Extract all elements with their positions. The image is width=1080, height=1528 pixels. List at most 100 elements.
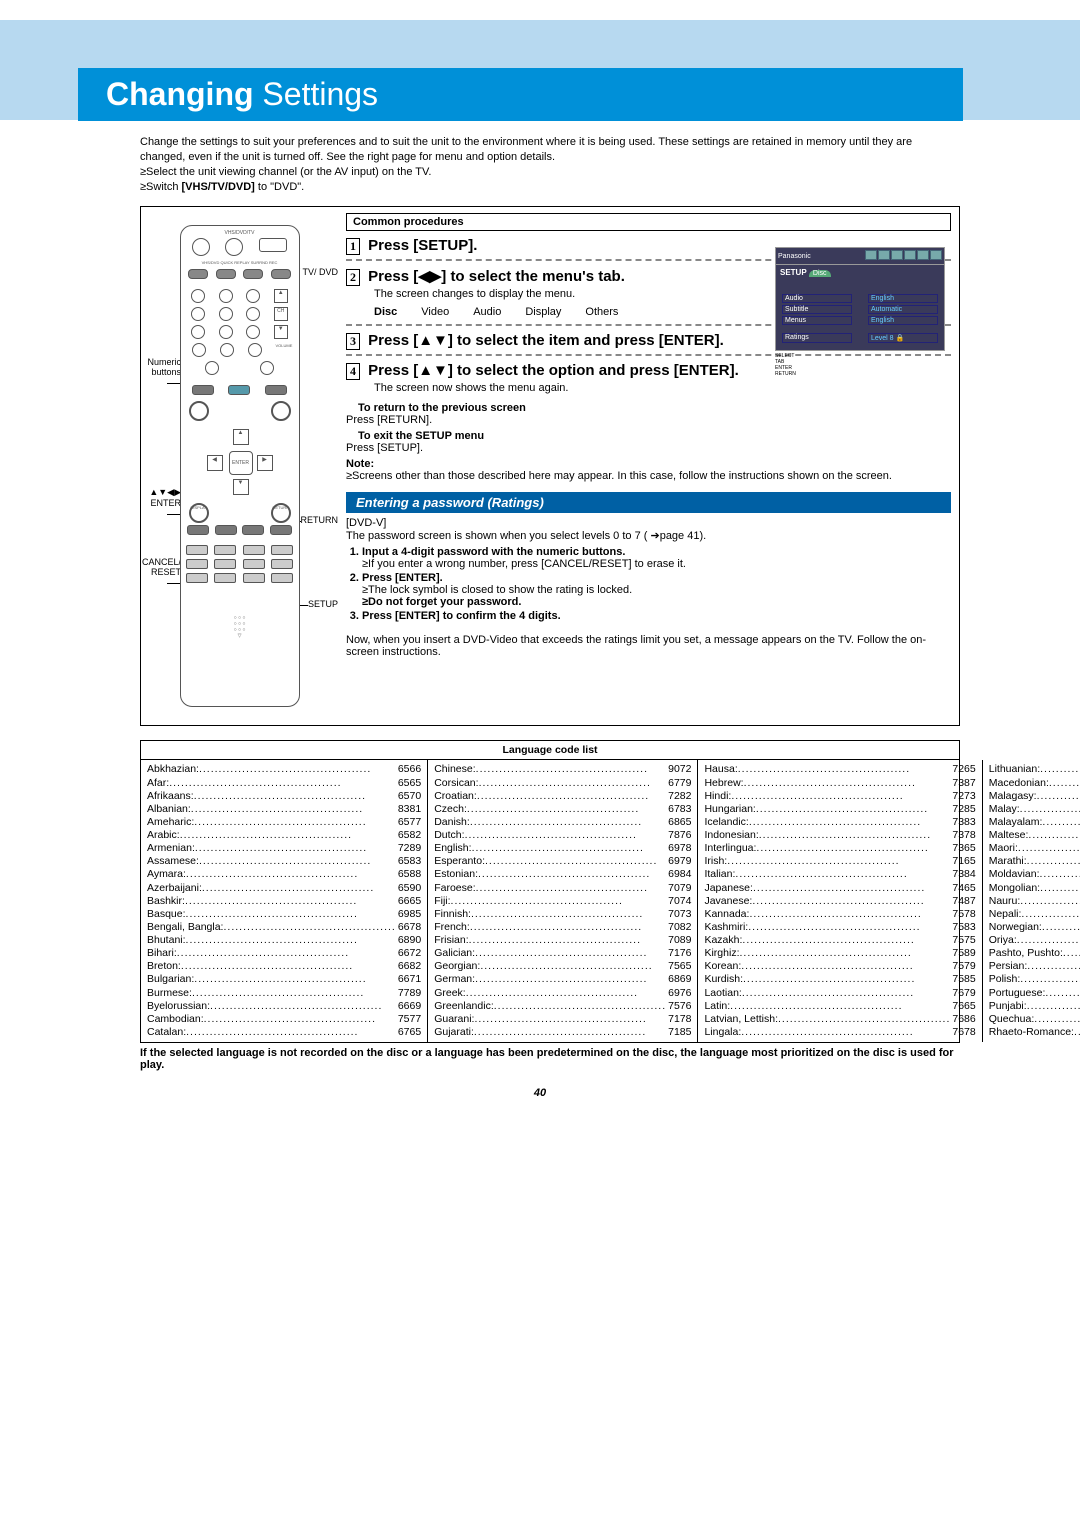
intro-p1: Change the settings to suit your prefere… bbox=[140, 136, 912, 163]
title-part1: Changing bbox=[106, 76, 254, 112]
password-header: Entering a password (Ratings) bbox=[346, 492, 951, 513]
label-numeric-buttons: Numeric buttons bbox=[141, 357, 181, 387]
step-4-text: Press [▲▼] to select the option and pres… bbox=[368, 362, 739, 379]
language-footnote: If the selected language is not recorded… bbox=[140, 1047, 960, 1071]
language-row: Corsican:6779 bbox=[434, 777, 691, 790]
language-row: Kashmiri:7583 bbox=[704, 921, 975, 934]
language-row: Georgian:7565 bbox=[434, 960, 691, 973]
tab-others: Others bbox=[585, 306, 618, 318]
language-code-list: Language code list Abkhazian:6566Afar:65… bbox=[140, 740, 960, 1043]
language-row: Chinese:9072 bbox=[434, 763, 691, 776]
language-row: English:6978 bbox=[434, 842, 691, 855]
language-row: Breton:6682 bbox=[147, 960, 421, 973]
language-row: Azerbaijani:6590 bbox=[147, 882, 421, 895]
language-column: Hausa:7265Hebrew:7387Hindi:7273Hungarian… bbox=[698, 760, 982, 1042]
language-row: Kirghiz:7589 bbox=[704, 947, 975, 960]
language-row: Lithuanian:7684 bbox=[989, 763, 1080, 776]
label-cancel-reset: CANCEL/ RESET bbox=[141, 557, 181, 587]
language-row: Bhutani:6890 bbox=[147, 934, 421, 947]
intro-b2b: [VHS/TV/DVD] bbox=[182, 181, 255, 193]
language-row: Arabic:6582 bbox=[147, 829, 421, 842]
language-row: Mongolian:7778 bbox=[989, 882, 1080, 895]
remote-column: VHS/ TV/ DVD Numeric buttons ▲▼◀▶ ENTER … bbox=[141, 207, 338, 725]
return-body: Press [RETURN]. bbox=[346, 414, 951, 426]
language-row: Punjabi:8065 bbox=[989, 1000, 1080, 1013]
osd-k-subtitle: Subtitle bbox=[782, 305, 852, 314]
title-part2: Settings bbox=[262, 76, 378, 112]
language-row: Estonian:6984 bbox=[434, 868, 691, 881]
osd-setup-label: SETUP bbox=[780, 268, 807, 277]
tab-disc: Disc bbox=[374, 306, 397, 318]
language-row: Hindi:7273 bbox=[704, 790, 975, 803]
osd-tab: Disc bbox=[809, 270, 831, 277]
step-4-num: 4 bbox=[346, 363, 360, 380]
osd-brand: Panasonic bbox=[778, 253, 811, 260]
osd-v-menus: English bbox=[868, 316, 938, 325]
language-row: Bihari:6672 bbox=[147, 947, 421, 960]
language-row: Albanian:8381 bbox=[147, 803, 421, 816]
language-row: Laotian:7679 bbox=[704, 987, 975, 1000]
language-row: Hausa:7265 bbox=[704, 763, 975, 776]
language-row: Nepali:7869 bbox=[989, 908, 1080, 921]
language-row: Malayalam:7776 bbox=[989, 816, 1080, 829]
osd-k-menus: Menus bbox=[782, 316, 852, 325]
step-1-text: Press [SETUP]. bbox=[368, 237, 477, 254]
language-row: Latvian, Lettish:7686 bbox=[704, 1013, 975, 1026]
language-row: Latin:7665 bbox=[704, 1000, 975, 1013]
language-column: Abkhazian:6566Afar:6565Afrikaans:6570Alb… bbox=[141, 760, 428, 1042]
language-row: Fiji:7074 bbox=[434, 895, 691, 908]
language-row: Ameharic:6577 bbox=[147, 816, 421, 829]
osd-preview: Panasonic SETUP Disc Audio English Subtit… bbox=[775, 247, 945, 377]
osd-v-ratings: Level 8 🔒 bbox=[868, 333, 938, 343]
pwd-step-1: Input a 4-digit password with the numeri… bbox=[362, 546, 951, 570]
language-row: Greek:6976 bbox=[434, 987, 691, 1000]
pwd-step-3: Press [ENTER] to confirm the 4 digits. bbox=[362, 610, 951, 622]
language-row: Oriya:7982 bbox=[989, 934, 1080, 947]
language-row: Italian:7384 bbox=[704, 868, 975, 881]
language-row: Kurdish:7585 bbox=[704, 973, 975, 986]
language-row: Norwegian:7879 bbox=[989, 921, 1080, 934]
pwd-step-2: Press [ENTER]. ≥The lock symbol is close… bbox=[362, 572, 951, 608]
intro-b1: ≥Select the unit viewing channel (or the… bbox=[140, 166, 431, 178]
language-row: Armenian:7289 bbox=[147, 842, 421, 855]
language-row: Faroese:7079 bbox=[434, 882, 691, 895]
language-row: Czech:6783 bbox=[434, 803, 691, 816]
intro-b2c: to "DVD". bbox=[255, 181, 304, 193]
common-procedures-header: Common procedures bbox=[346, 213, 951, 231]
language-row: Nauru:7865 bbox=[989, 895, 1080, 908]
language-row: Polish:8076 bbox=[989, 973, 1080, 986]
osd-k-audio: Audio bbox=[782, 294, 852, 303]
step-2-num: 2 bbox=[346, 269, 360, 286]
language-list-header: Language code list bbox=[141, 741, 959, 760]
language-row: Greenlandic:7576 bbox=[434, 1000, 691, 1013]
remote-illustration: VHS/DVD/TV VHS/DVD QUICK REPLAY SURRND R… bbox=[180, 225, 300, 707]
language-row: Portuguese:8084 bbox=[989, 987, 1080, 1000]
language-row: Burmese:7789 bbox=[147, 987, 421, 1000]
language-row: Danish:6865 bbox=[434, 816, 691, 829]
osd-v-subtitle: Automatic bbox=[868, 305, 938, 314]
language-row: Afrikaans:6570 bbox=[147, 790, 421, 803]
language-row: Bashkir:6665 bbox=[147, 895, 421, 908]
page-title: Changing Settings bbox=[78, 68, 963, 121]
language-row: Finnish:7073 bbox=[434, 908, 691, 921]
password-body: [DVD-V] The password screen is shown whe… bbox=[346, 513, 951, 662]
language-row: Cambodian:7577 bbox=[147, 1013, 421, 1026]
return-heading: To return to the previous screen bbox=[358, 402, 951, 414]
language-row: Icelandic:7383 bbox=[704, 816, 975, 829]
language-row: Byelorussian:6669 bbox=[147, 1000, 421, 1013]
language-column: Chinese:9072Corsican:6779Croatian:7282Cz… bbox=[428, 760, 698, 1042]
language-row: Frisian:7089 bbox=[434, 934, 691, 947]
language-row: Irish:7165 bbox=[704, 855, 975, 868]
language-row: Japanese:7465 bbox=[704, 882, 975, 895]
language-row: Gujarati:7185 bbox=[434, 1026, 691, 1039]
step-3-num: 3 bbox=[346, 333, 360, 350]
label-enter: ▲▼◀▶ ENTER bbox=[141, 487, 181, 518]
osd-v-audio: English bbox=[868, 294, 938, 303]
language-row: Hungarian:7285 bbox=[704, 803, 975, 816]
language-row: Kazakh:7575 bbox=[704, 934, 975, 947]
language-row: Korean:7579 bbox=[704, 960, 975, 973]
exit-body: Press [SETUP]. bbox=[346, 442, 951, 454]
language-row: French:7082 bbox=[434, 921, 691, 934]
language-row: Persian:7065 bbox=[989, 960, 1080, 973]
page-number: 40 bbox=[0, 1087, 1080, 1099]
